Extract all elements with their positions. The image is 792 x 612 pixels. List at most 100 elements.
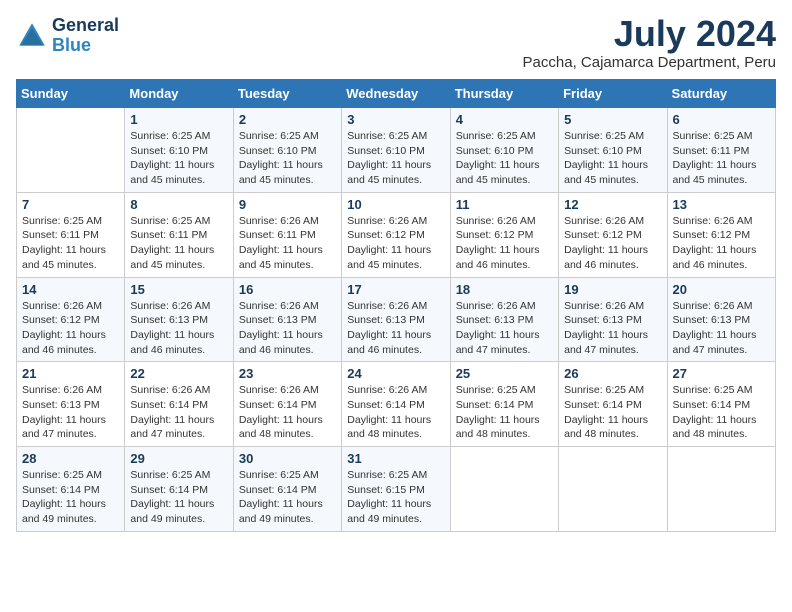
day-number: 28 bbox=[22, 451, 119, 466]
day-number: 9 bbox=[239, 197, 336, 212]
calendar-cell: 23 Sunrise: 6:26 AM Sunset: 6:14 PM Dayli… bbox=[233, 362, 341, 447]
calendar-cell: 22 Sunrise: 6:26 AM Sunset: 6:14 PM Dayli… bbox=[125, 362, 233, 447]
calendar-cell: 11Sunrise: 6:26 AM Sunset: 6:12 PM Dayli… bbox=[450, 192, 558, 277]
calendar-cell: 29 Sunrise: 6:25 AM Sunset: 6:14 PM Dayli… bbox=[125, 447, 233, 532]
calendar-cell: 24 Sunrise: 6:26 AM Sunset: 6:14 PM Dayli… bbox=[342, 362, 450, 447]
day-info: Sunrise: 6:26 AM Sunset: 6:13 PM Dayligh… bbox=[130, 299, 227, 358]
day-of-week-header: Wednesday bbox=[342, 80, 450, 108]
calendar-cell bbox=[17, 108, 125, 193]
day-info: Sunrise: 6:26 AM Sunset: 6:14 PM Dayligh… bbox=[347, 383, 444, 442]
calendar-header-row: SundayMondayTuesdayWednesdayThursdayFrid… bbox=[17, 80, 776, 108]
calendar-cell: 10 Sunrise: 6:26 AM Sunset: 6:12 PM Dayli… bbox=[342, 192, 450, 277]
day-number: 19 bbox=[564, 282, 661, 297]
day-info: Sunrise: 6:26 AM Sunset: 6:13 PM Dayligh… bbox=[564, 299, 661, 358]
day-info: Sunrise: 6:26 AM Sunset: 6:13 PM Dayligh… bbox=[239, 299, 336, 358]
day-info: Sunrise: 6:25 AM Sunset: 6:14 PM Dayligh… bbox=[564, 383, 661, 442]
calendar-cell: 20 Sunrise: 6:26 AM Sunset: 6:13 PM Dayli… bbox=[667, 277, 775, 362]
calendar-cell: 28 Sunrise: 6:25 AM Sunset: 6:14 PM Dayli… bbox=[17, 447, 125, 532]
day-of-week-header: Friday bbox=[559, 80, 667, 108]
day-of-week-header: Sunday bbox=[17, 80, 125, 108]
day-of-week-header: Tuesday bbox=[233, 80, 341, 108]
day-info: Sunrise: 6:25 AM Sunset: 6:14 PM Dayligh… bbox=[22, 468, 119, 527]
day-number: 25 bbox=[456, 366, 553, 381]
calendar-cell: 4 Sunrise: 6:25 AM Sunset: 6:10 PM Daylig… bbox=[450, 108, 558, 193]
day-number: 20 bbox=[673, 282, 770, 297]
calendar-cell: 5 Sunrise: 6:25 AM Sunset: 6:10 PM Daylig… bbox=[559, 108, 667, 193]
day-info: Sunrise: 6:26 AM Sunset: 6:11 PM Dayligh… bbox=[239, 214, 336, 273]
calendar-cell: 9 Sunrise: 6:26 AM Sunset: 6:11 PM Daylig… bbox=[233, 192, 341, 277]
calendar-cell: 1Sunrise: 6:25 AM Sunset: 6:10 PM Daylig… bbox=[125, 108, 233, 193]
calendar-cell: 31Sunrise: 6:25 AM Sunset: 6:15 PM Dayli… bbox=[342, 447, 450, 532]
day-of-week-header: Thursday bbox=[450, 80, 558, 108]
day-info: Sunrise: 6:25 AM Sunset: 6:10 PM Dayligh… bbox=[564, 129, 661, 188]
day-number: 10 bbox=[347, 197, 444, 212]
calendar-cell: 21 Sunrise: 6:26 AM Sunset: 6:13 PM Dayli… bbox=[17, 362, 125, 447]
calendar-cell: 12Sunrise: 6:26 AM Sunset: 6:12 PM Dayli… bbox=[559, 192, 667, 277]
day-number: 29 bbox=[130, 451, 227, 466]
day-number: 8 bbox=[130, 197, 227, 212]
day-number: 11 bbox=[456, 197, 553, 212]
calendar-table: SundayMondayTuesdayWednesdayThursdayFrid… bbox=[16, 79, 776, 532]
day-info: Sunrise: 6:26 AM Sunset: 6:13 PM Dayligh… bbox=[673, 299, 770, 358]
day-info: Sunrise: 6:25 AM Sunset: 6:14 PM Dayligh… bbox=[456, 383, 553, 442]
day-number: 26 bbox=[564, 366, 661, 381]
calendar-cell: 26 Sunrise: 6:25 AM Sunset: 6:14 PM Dayli… bbox=[559, 362, 667, 447]
calendar-cell: 30Sunrise: 6:25 AM Sunset: 6:14 PM Dayli… bbox=[233, 447, 341, 532]
day-number: 18 bbox=[456, 282, 553, 297]
day-number: 7 bbox=[22, 197, 119, 212]
day-info: Sunrise: 6:25 AM Sunset: 6:15 PM Dayligh… bbox=[347, 468, 444, 527]
day-of-week-header: Monday bbox=[125, 80, 233, 108]
calendar-body: 1Sunrise: 6:25 AM Sunset: 6:10 PM Daylig… bbox=[17, 108, 776, 532]
day-info: Sunrise: 6:25 AM Sunset: 6:11 PM Dayligh… bbox=[130, 214, 227, 273]
day-info: Sunrise: 6:26 AM Sunset: 6:12 PM Dayligh… bbox=[22, 299, 119, 358]
calendar-cell: 8 Sunrise: 6:25 AM Sunset: 6:11 PM Daylig… bbox=[125, 192, 233, 277]
calendar-cell: 18Sunrise: 6:26 AM Sunset: 6:13 PM Dayli… bbox=[450, 277, 558, 362]
calendar-cell: 17 Sunrise: 6:26 AM Sunset: 6:13 PM Dayli… bbox=[342, 277, 450, 362]
day-info: Sunrise: 6:25 AM Sunset: 6:10 PM Dayligh… bbox=[456, 129, 553, 188]
location: Paccha, Cajamarca Department, Peru bbox=[523, 54, 776, 71]
day-info: Sunrise: 6:26 AM Sunset: 6:14 PM Dayligh… bbox=[130, 383, 227, 442]
day-number: 21 bbox=[22, 366, 119, 381]
day-number: 5 bbox=[564, 112, 661, 127]
day-number: 13 bbox=[673, 197, 770, 212]
calendar-cell: 25 Sunrise: 6:25 AM Sunset: 6:14 PM Dayli… bbox=[450, 362, 558, 447]
day-info: Sunrise: 6:26 AM Sunset: 6:12 PM Dayligh… bbox=[673, 214, 770, 273]
day-number: 14 bbox=[22, 282, 119, 297]
calendar-cell: 19 Sunrise: 6:26 AM Sunset: 6:13 PM Dayli… bbox=[559, 277, 667, 362]
calendar-week-row: 28 Sunrise: 6:25 AM Sunset: 6:14 PM Dayli… bbox=[17, 447, 776, 532]
calendar-cell bbox=[559, 447, 667, 532]
logo: GeneralBlue bbox=[16, 16, 119, 56]
day-number: 23 bbox=[239, 366, 336, 381]
calendar-week-row: 14 Sunrise: 6:26 AM Sunset: 6:12 PM Dayli… bbox=[17, 277, 776, 362]
calendar-week-row: 7 Sunrise: 6:25 AM Sunset: 6:11 PM Daylig… bbox=[17, 192, 776, 277]
calendar-cell bbox=[667, 447, 775, 532]
day-number: 24 bbox=[347, 366, 444, 381]
calendar-cell: 27 Sunrise: 6:25 AM Sunset: 6:14 PM Dayli… bbox=[667, 362, 775, 447]
day-info: Sunrise: 6:25 AM Sunset: 6:14 PM Dayligh… bbox=[673, 383, 770, 442]
day-info: Sunrise: 6:25 AM Sunset: 6:11 PM Dayligh… bbox=[22, 214, 119, 273]
calendar-cell: 2 Sunrise: 6:25 AM Sunset: 6:10 PM Daylig… bbox=[233, 108, 341, 193]
day-number: 3 bbox=[347, 112, 444, 127]
calendar-week-row: 21 Sunrise: 6:26 AM Sunset: 6:13 PM Dayli… bbox=[17, 362, 776, 447]
day-info: Sunrise: 6:25 AM Sunset: 6:10 PM Dayligh… bbox=[239, 129, 336, 188]
day-number: 4 bbox=[456, 112, 553, 127]
day-number: 15 bbox=[130, 282, 227, 297]
day-number: 2 bbox=[239, 112, 336, 127]
day-info: Sunrise: 6:26 AM Sunset: 6:12 PM Dayligh… bbox=[347, 214, 444, 273]
day-number: 12 bbox=[564, 197, 661, 212]
day-number: 22 bbox=[130, 366, 227, 381]
day-info: Sunrise: 6:25 AM Sunset: 6:10 PM Dayligh… bbox=[130, 129, 227, 188]
calendar-cell: 15 Sunrise: 6:26 AM Sunset: 6:13 PM Dayli… bbox=[125, 277, 233, 362]
calendar-cell: 7 Sunrise: 6:25 AM Sunset: 6:11 PM Daylig… bbox=[17, 192, 125, 277]
day-info: Sunrise: 6:25 AM Sunset: 6:14 PM Dayligh… bbox=[130, 468, 227, 527]
calendar-cell: 3Sunrise: 6:25 AM Sunset: 6:10 PM Daylig… bbox=[342, 108, 450, 193]
day-info: Sunrise: 6:26 AM Sunset: 6:14 PM Dayligh… bbox=[239, 383, 336, 442]
day-info: Sunrise: 6:26 AM Sunset: 6:13 PM Dayligh… bbox=[22, 383, 119, 442]
day-info: Sunrise: 6:26 AM Sunset: 6:13 PM Dayligh… bbox=[347, 299, 444, 358]
day-number: 27 bbox=[673, 366, 770, 381]
page-header: GeneralBlue July 2024 Paccha, Cajamarca … bbox=[16, 16, 776, 71]
calendar-cell: 14 Sunrise: 6:26 AM Sunset: 6:12 PM Dayli… bbox=[17, 277, 125, 362]
day-number: 16 bbox=[239, 282, 336, 297]
month-year: July 2024 bbox=[523, 16, 776, 52]
day-number: 17 bbox=[347, 282, 444, 297]
